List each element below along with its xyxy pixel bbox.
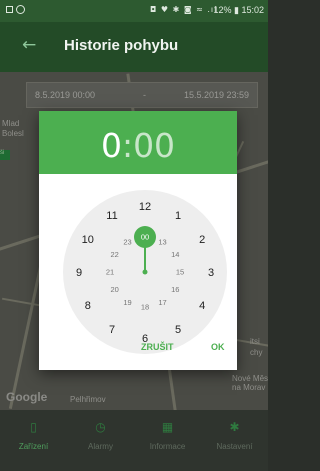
clock-dial[interactable]: 12 1 2 3 4 5 6 7 8 9 10 11 00 13 14 15 16 17 18 19 20 21 22 23 bbox=[62, 189, 228, 355]
date-range-bar[interactable]: 8.5.2019 00:00 - 15.5.2019 23:59 bbox=[26, 82, 258, 108]
time-picker-header: 0:00 bbox=[39, 111, 237, 174]
ok-button[interactable]: OK bbox=[211, 342, 225, 352]
hour-inner-21[interactable]: 21 bbox=[106, 268, 114, 277]
calendar-icon: ▦ bbox=[161, 420, 174, 434]
hours-value[interactable]: 0 bbox=[101, 126, 122, 165]
status-icons: ◘ ♥ ✱ ◙ ≈ .ıl bbox=[150, 5, 218, 14]
nav-label: Nastavení bbox=[216, 442, 253, 451]
hour-12[interactable]: 12 bbox=[139, 201, 151, 213]
cancel-button[interactable]: ZRUŠIT bbox=[141, 342, 174, 352]
nav-item-alarms[interactable]: ◷ Alarmy bbox=[67, 410, 134, 471]
hour-5[interactable]: 5 bbox=[175, 324, 181, 336]
map-label: itsi bbox=[250, 337, 260, 346]
hour-11[interactable]: 11 bbox=[106, 210, 117, 222]
nav-label: Alarmy bbox=[88, 442, 113, 451]
time-display: 0:00 bbox=[39, 126, 237, 165]
nav-label: Zařízení bbox=[18, 442, 49, 451]
google-logo: Google bbox=[6, 390, 48, 404]
map-label: Mlad bbox=[2, 119, 20, 128]
device-icon: ▯ bbox=[30, 420, 37, 434]
nav-item-devices[interactable]: ▯ Zařízení bbox=[0, 410, 67, 471]
time-colon: : bbox=[121, 126, 134, 165]
date-from[interactable]: 8.5.2019 00:00 bbox=[35, 90, 95, 100]
alarm-clock-icon: ◷ bbox=[95, 420, 106, 434]
nav-item-info[interactable]: ▦ Informace bbox=[134, 410, 201, 471]
dialog-actions: ZRUŠIT OK bbox=[39, 338, 237, 362]
hour-inner-15[interactable]: 15 bbox=[176, 268, 184, 277]
date-separator: - bbox=[143, 90, 146, 100]
image-notification-icon bbox=[6, 6, 13, 13]
map-label: Nové Měs bbox=[232, 374, 268, 383]
minutes-value[interactable]: 00 bbox=[133, 126, 175, 165]
hour-inner-00[interactable]: 00 bbox=[141, 233, 149, 242]
hour-4[interactable]: 4 bbox=[199, 300, 205, 312]
arrow-left-icon[interactable]: ← bbox=[22, 35, 36, 55]
time-picker-dialog: 0:00 12 1 2 3 4 5 6 7 8 9 10 11 00 13 14 15 16 17 18 19 20 21… bbox=[39, 111, 237, 370]
hour-inner-16[interactable]: 16 bbox=[171, 285, 179, 294]
hour-inner-22[interactable]: 22 bbox=[111, 250, 119, 259]
hour-2[interactable]: 2 bbox=[199, 234, 205, 246]
app-bar: ← Historie pohybu bbox=[0, 22, 268, 72]
hour-8[interactable]: 8 bbox=[85, 300, 91, 312]
hour-9[interactable]: 9 bbox=[76, 267, 82, 279]
hour-inner-13[interactable]: 13 bbox=[158, 237, 166, 246]
map-label: na Morav bbox=[232, 383, 266, 392]
clock-face[interactable]: 121234567891011001314151617181920212223 bbox=[62, 189, 228, 355]
app-notification-icon bbox=[16, 5, 25, 14]
status-bar: ◘ ♥ ✱ ◙ ≈ .ıl 12% ▮ 15:02 bbox=[0, 0, 268, 22]
date-to[interactable]: 15.5.2019 23:59 bbox=[184, 90, 249, 100]
battery-and-time: 12% ▮ 15:02 bbox=[213, 5, 265, 15]
hour-inner-14[interactable]: 14 bbox=[171, 250, 179, 259]
hour-3[interactable]: 3 bbox=[208, 267, 214, 279]
hour-inner-18[interactable]: 18 bbox=[141, 303, 149, 312]
hour-inner-23[interactable]: 23 bbox=[123, 237, 131, 246]
map-label: chy bbox=[250, 348, 263, 357]
clock-center-dot bbox=[142, 269, 148, 275]
map-label: Bolesl bbox=[2, 129, 24, 138]
hour-inner-19[interactable]: 19 bbox=[123, 298, 131, 307]
page-title: Historie pohybu bbox=[64, 37, 179, 54]
hour-10[interactable]: 10 bbox=[82, 234, 94, 246]
hour-inner-20[interactable]: 20 bbox=[111, 285, 119, 294]
hour-inner-17[interactable]: 17 bbox=[158, 298, 166, 307]
road-badge-icon: ši bbox=[0, 150, 10, 160]
bottom-nav: ▯ Zařízení ◷ Alarmy ▦ Informace ✱ Nastav… bbox=[0, 410, 268, 471]
nav-item-settings[interactable]: ✱ Nastavení bbox=[201, 410, 268, 471]
hour-1[interactable]: 1 bbox=[175, 210, 181, 222]
notification-icons bbox=[6, 5, 26, 15]
nav-label: Informace bbox=[149, 442, 186, 451]
hour-7[interactable]: 7 bbox=[109, 324, 115, 336]
map-label: Pelhřimov bbox=[70, 395, 106, 404]
gear-icon: ✱ bbox=[229, 420, 240, 434]
